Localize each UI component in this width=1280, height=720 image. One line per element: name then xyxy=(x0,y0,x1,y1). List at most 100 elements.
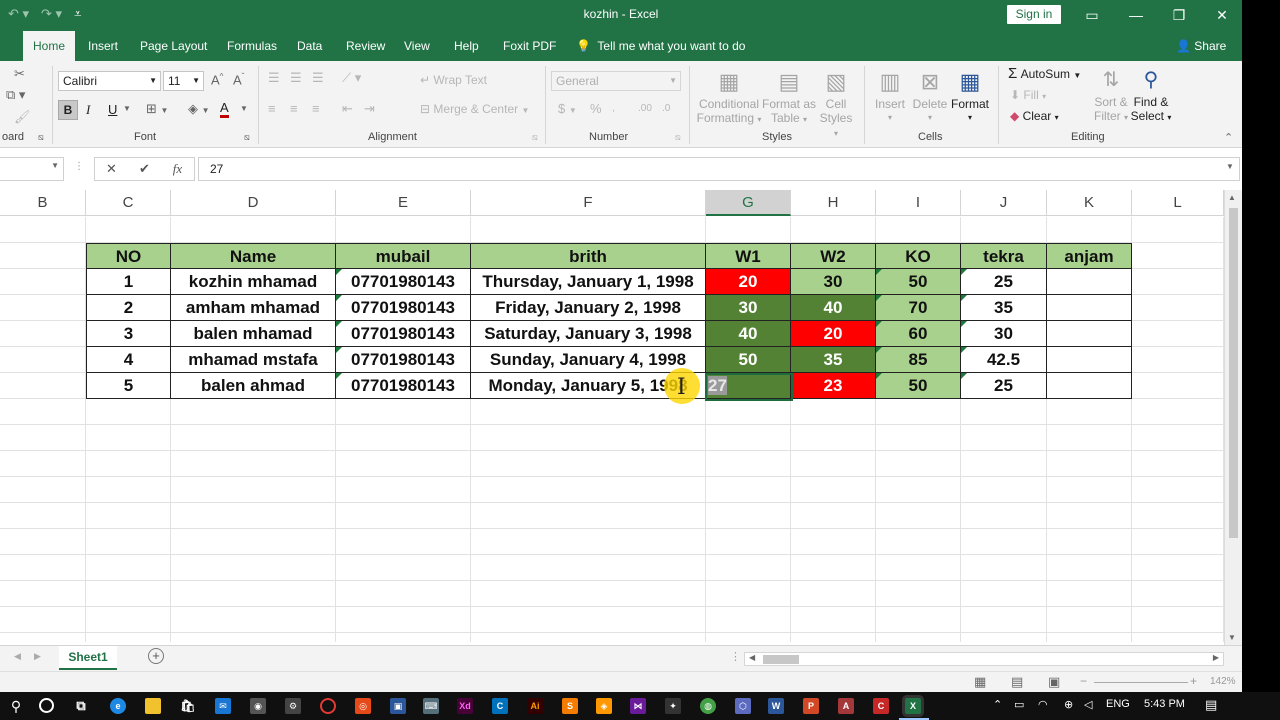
chevron-down-icon[interactable]: ▼ xyxy=(123,104,131,113)
word-icon[interactable]: W xyxy=(768,698,784,714)
table-cell[interactable] xyxy=(1047,373,1132,399)
insert-cells-button[interactable]: ▥ Insert ▾ xyxy=(872,67,908,125)
table-cell[interactable]: 60 xyxy=(876,321,961,347)
table-cell[interactable]: 2 xyxy=(86,295,171,321)
sign-in-button[interactable]: Sign in xyxy=(1007,5,1061,24)
globe-icon[interactable]: ⊕ xyxy=(1064,698,1073,711)
page-break-view-icon[interactable]: ▣ xyxy=(1048,674,1060,690)
share-button[interactable]: 👤 Share xyxy=(1176,31,1226,61)
error-indicator-icon[interactable] xyxy=(336,269,342,275)
error-indicator-icon[interactable] xyxy=(336,373,342,379)
table-cell[interactable]: 20 xyxy=(706,269,791,295)
table-cell[interactable]: 30 xyxy=(706,295,791,321)
increase-font-icon[interactable]: A^ xyxy=(211,72,223,87)
table-cell[interactable]: 35 xyxy=(961,295,1047,321)
app-icon[interactable]: ◈ xyxy=(596,698,612,714)
zoom-in-icon[interactable]: + xyxy=(1190,674,1197,688)
sort-filter-button[interactable]: ⇅ Sort & Filter ▾ xyxy=(1092,65,1130,125)
access-icon[interactable]: A xyxy=(838,698,854,714)
table-header-cell[interactable]: tekra xyxy=(961,243,1047,269)
app-icon[interactable]: ◎ xyxy=(355,698,371,714)
search-icon[interactable]: ⚲ xyxy=(8,698,24,714)
currency-icon[interactable]: $ ▼ xyxy=(558,101,577,116)
column-header-j[interactable]: J xyxy=(961,190,1047,216)
table-cell[interactable]: 50 xyxy=(876,373,961,399)
error-indicator-icon[interactable] xyxy=(876,347,882,353)
vertical-scroll-thumb[interactable] xyxy=(1229,208,1238,538)
powerpoint-icon[interactable]: P xyxy=(803,698,819,714)
zoom-slider[interactable] xyxy=(1094,682,1188,683)
column-header-f[interactable]: F xyxy=(471,190,706,216)
orientation-icon[interactable]: ⟋ ▾ xyxy=(342,70,361,86)
wrap-text-button[interactable]: ↵ Wrap Text xyxy=(420,73,487,87)
vertical-scrollbar[interactable]: ▲ ▼ xyxy=(1224,190,1242,645)
table-cell[interactable]: balen mhamad xyxy=(171,321,336,347)
chrome-icon[interactable]: ◍ xyxy=(700,698,716,714)
alignment-launcher-icon[interactable]: ⧅ xyxy=(532,132,538,143)
restore-icon[interactable]: ❐ xyxy=(1157,0,1201,31)
font-color-icon[interactable]: A xyxy=(220,101,229,118)
table-cell[interactable] xyxy=(1047,295,1132,321)
clock[interactable]: 5:43 PM xyxy=(1144,698,1185,710)
normal-view-icon[interactable]: ▦ xyxy=(974,674,986,690)
scroll-up-icon[interactable]: ▲ xyxy=(1228,193,1236,202)
column-header-d[interactable]: D xyxy=(171,190,336,216)
scroll-down-icon[interactable]: ▼ xyxy=(1228,633,1236,642)
tab-review[interactable]: Review xyxy=(336,31,395,61)
enter-icon[interactable]: ✔ xyxy=(128,158,161,180)
fill-color-icon[interactable]: ◈ ▼ xyxy=(188,101,210,117)
app-icon[interactable]: ▣ xyxy=(390,698,406,714)
cortana-icon[interactable] xyxy=(39,698,54,713)
app-icon[interactable]: ⚙ xyxy=(285,698,301,714)
xd-icon[interactable]: Xd xyxy=(457,698,473,714)
name-box[interactable]: ▼ xyxy=(0,157,64,181)
close-icon[interactable]: ✕ xyxy=(1200,0,1242,31)
align-center-icon[interactable]: ≡ xyxy=(290,101,298,116)
underline-button[interactable]: U xyxy=(108,102,117,117)
volume-icon[interactable]: ◁ xyxy=(1084,698,1092,711)
comma-style-icon[interactable]: , xyxy=(612,103,615,114)
wifi-icon[interactable]: ◠ xyxy=(1038,698,1048,711)
align-top-icon[interactable]: ☰ xyxy=(268,70,280,86)
table-cell[interactable]: 70 xyxy=(876,295,961,321)
edge-icon[interactable]: e xyxy=(110,698,126,714)
column-header-h[interactable]: H xyxy=(791,190,876,216)
align-left-icon[interactable]: ≡ xyxy=(268,101,276,116)
delete-cells-button[interactable]: ⊠ Delete ▾ xyxy=(910,67,950,125)
table-header-cell[interactable]: W2 xyxy=(791,243,876,269)
table-cell[interactable]: mhamad mstafa xyxy=(171,347,336,373)
battery-icon[interactable]: ▭ xyxy=(1014,698,1024,711)
horizontal-scrollbar[interactable]: ◀ ▶ xyxy=(744,652,1224,666)
table-cell[interactable]: 4 xyxy=(86,347,171,373)
font-size-select[interactable]: 11 ▼ xyxy=(163,71,204,91)
tray-chevron-icon[interactable]: ⌃ xyxy=(993,698,1002,711)
decrease-indent-icon[interactable]: ⇤ xyxy=(342,101,353,117)
zoom-level[interactable]: 142% xyxy=(1210,676,1236,687)
column-header-g[interactable]: G xyxy=(706,190,791,216)
table-header-cell[interactable]: mubail xyxy=(336,243,471,269)
scroll-left-icon[interactable]: ◀ xyxy=(749,653,755,662)
column-header-c[interactable]: C xyxy=(86,190,171,216)
sheet-tab-sheet1[interactable]: Sheet1 xyxy=(59,646,117,670)
table-header-cell[interactable]: NO xyxy=(86,243,171,269)
table-cell[interactable]: 07701980143 xyxy=(336,295,471,321)
error-indicator-icon[interactable] xyxy=(876,373,882,379)
error-indicator-icon[interactable] xyxy=(876,321,882,327)
tab-home[interactable]: Home xyxy=(23,31,76,61)
error-indicator-icon[interactable] xyxy=(961,347,967,353)
table-cell[interactable]: amham mhamad xyxy=(171,295,336,321)
error-indicator-icon[interactable] xyxy=(336,321,342,327)
scroll-right-icon[interactable]: ▶ xyxy=(1213,653,1219,662)
app-icon[interactable]: ✦ xyxy=(665,698,681,714)
table-cell[interactable]: 30 xyxy=(791,269,876,295)
autosum-button[interactable]: Σ AutoSum ▼ xyxy=(1008,65,1081,82)
format-as-table-button[interactable]: ▤ Format as Table ▾ xyxy=(762,67,816,127)
task-view-icon[interactable]: ⧉ xyxy=(73,698,89,714)
table-cell[interactable]: 20 xyxy=(791,321,876,347)
table-cell[interactable]: balen ahmad xyxy=(171,373,336,399)
table-header-cell[interactable]: W1 xyxy=(706,243,791,269)
decrease-decimal-icon[interactable]: .0 xyxy=(662,103,670,114)
mail-icon[interactable]: ✉ xyxy=(215,698,231,714)
number-launcher-icon[interactable]: ⧅ xyxy=(675,132,681,143)
table-cell[interactable]: 30 xyxy=(961,321,1047,347)
